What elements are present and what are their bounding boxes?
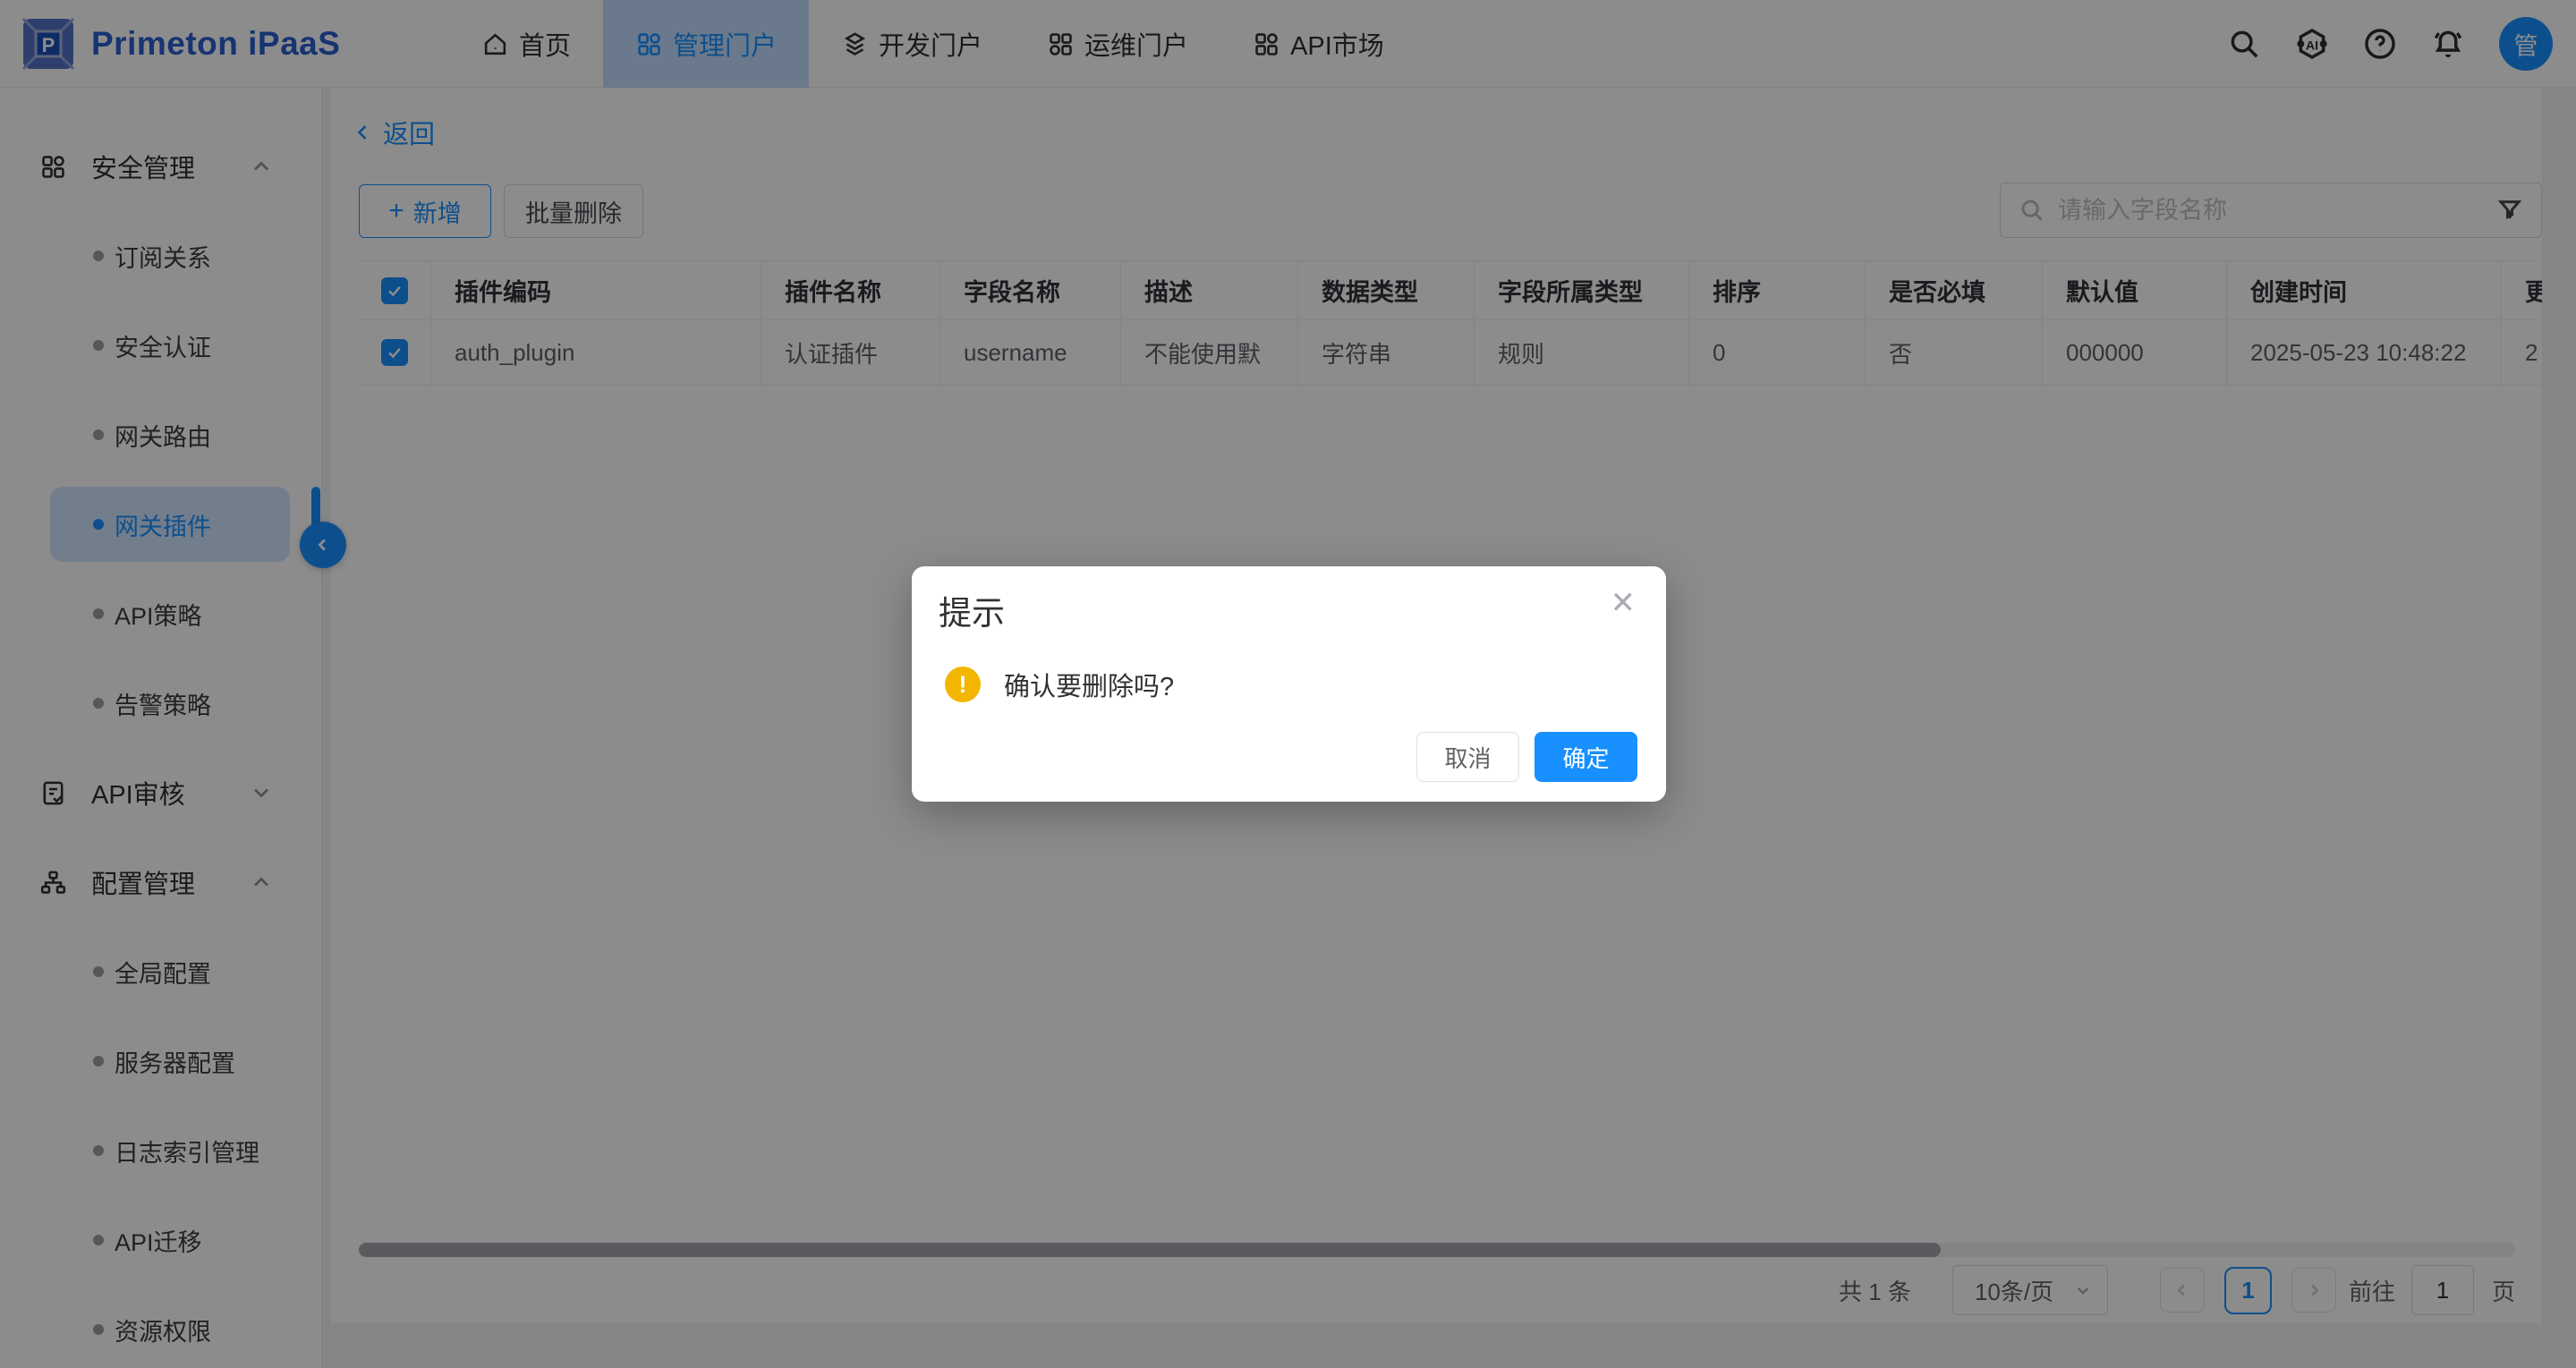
dialog-message: 确认要删除吗? bbox=[1004, 666, 1174, 703]
dialog-body: ! 确认要删除吗? bbox=[945, 666, 1174, 703]
warning-icon: ! bbox=[945, 667, 981, 702]
dialog-title: 提示 bbox=[939, 586, 1005, 634]
cancel-button[interactable]: 取消 bbox=[1416, 732, 1519, 782]
close-icon[interactable]: ✕ bbox=[1611, 588, 1637, 618]
confirm-button[interactable]: 确定 bbox=[1535, 732, 1637, 782]
confirm-delete-dialog: 提示 ✕ ! 确认要删除吗? 取消 确定 bbox=[912, 566, 1666, 802]
